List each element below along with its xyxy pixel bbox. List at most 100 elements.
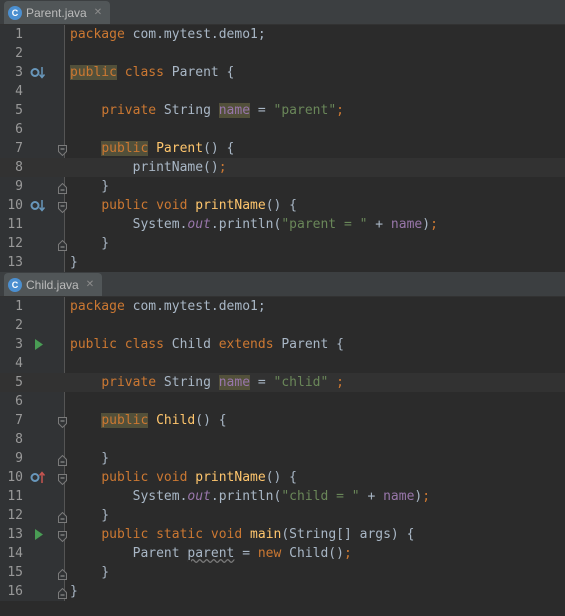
code-token: + [359, 489, 384, 504]
code-token: name [390, 217, 423, 232]
override-gutter-icon[interactable] [30, 199, 46, 212]
code-line[interactable]: 11 System.out.println("child = " + name)… [0, 487, 565, 506]
code-line[interactable]: 12 } [0, 506, 565, 525]
code-line[interactable]: 1 package com.mytest.demo1; [0, 25, 565, 44]
run-gutter-icon[interactable] [30, 528, 46, 541]
code-line[interactable]: 12 } [0, 234, 565, 253]
code-token: public [101, 141, 149, 156]
code-token: "chlid" [273, 375, 329, 390]
code-text: } [70, 253, 78, 272]
code-line[interactable]: 16} [0, 582, 565, 601]
code-token: ; [430, 217, 438, 232]
code-text: public Child() { [70, 411, 227, 430]
code-token: printName() [70, 160, 219, 175]
code-line[interactable]: 3 public class Parent { [0, 63, 565, 82]
code-token: printName [195, 198, 266, 213]
fold-icon[interactable] [58, 143, 67, 157]
code-text: private String name = "parent"; [70, 101, 344, 120]
code-text: public class Parent { [70, 63, 234, 82]
close-icon[interactable]: ✕ [86, 279, 94, 290]
code-line[interactable]: 7 public Parent() { [0, 139, 565, 158]
run-gutter-icon[interactable] [30, 338, 46, 351]
tab-child-java[interactable]: C Child.java ✕ [4, 273, 103, 296]
code-text: System.out.println("child = " + name); [70, 487, 430, 506]
overrides-gutter-icon[interactable] [30, 471, 46, 484]
code-line[interactable]: 4 [0, 82, 565, 101]
fold-icon[interactable] [58, 510, 67, 523]
line-number: 3 [15, 65, 23, 80]
tab-parent-java[interactable]: C Parent.java ✕ [4, 1, 111, 24]
code-line[interactable]: 9 } [0, 449, 565, 468]
code-line[interactable]: 15 } [0, 563, 565, 582]
code-line[interactable]: 2 [0, 44, 565, 63]
code-line[interactable]: 5 private String name = "chlid" ; [0, 373, 565, 392]
fold-icon[interactable] [58, 200, 67, 214]
tab-label: Child.java [26, 277, 79, 292]
fold-icon[interactable] [58, 415, 67, 429]
code-editor[interactable]: 1 package com.mytest.demo1; 2 3 public class… [0, 297, 565, 601]
code-line[interactable]: 10 public void printName() { [0, 468, 565, 487]
code-line[interactable]: 6 [0, 120, 565, 139]
code-line[interactable]: 5 private String name = "parent"; [0, 101, 565, 120]
code-token: "parent = " [281, 217, 368, 232]
code-token: "parent" [273, 103, 337, 118]
code-token: } [70, 451, 110, 466]
code-line[interactable]: 7 public Child() { [0, 411, 565, 430]
fold-icon[interactable] [58, 529, 67, 543]
code-token: } [70, 236, 110, 251]
code-token: () { [195, 413, 227, 428]
close-icon[interactable]: ✕ [94, 7, 102, 18]
code-token: name [218, 103, 251, 118]
code-text: public class Child extends Parent { [70, 335, 344, 354]
code-token: public [70, 337, 117, 352]
code-line[interactable]: 8 printName(); [0, 158, 565, 177]
code-editor[interactable]: 1 package com.mytest.demo1; 2 3 public class… [0, 25, 565, 272]
code-lines: 1 package com.mytest.demo1; 2 3 public class… [0, 297, 565, 601]
code-token: main [250, 527, 282, 542]
override-gutter-icon[interactable] [30, 66, 46, 79]
code-line[interactable]: 14 Parent parent = new Child(); [0, 544, 565, 563]
code-token: com.mytest.demo1; [124, 299, 266, 314]
fold-icon[interactable] [58, 472, 67, 486]
code-line[interactable]: 3 public class Child extends Parent { [0, 335, 565, 354]
code-token: public [101, 527, 149, 542]
code-line[interactable]: 2 [0, 316, 565, 335]
code-token: parent [187, 546, 235, 561]
code-token: } [70, 255, 78, 270]
code-token: ; [218, 160, 227, 175]
code-token: name [218, 375, 251, 390]
code-token: ; [336, 103, 344, 118]
code-line[interactable]: 6 [0, 392, 565, 411]
code-line[interactable]: 8 [0, 430, 565, 449]
code-token: + [367, 217, 391, 232]
code-token: public [101, 198, 149, 213]
code-line[interactable]: 1 package com.mytest.demo1; [0, 297, 565, 316]
code-token: class [124, 65, 164, 80]
code-token: () { [265, 470, 298, 485]
line-number: 3 [15, 337, 23, 352]
code-line[interactable]: 4 [0, 354, 565, 373]
code-line[interactable]: 11 System.out.println("parent = " + name… [0, 215, 565, 234]
code-line[interactable]: 9 } [0, 177, 565, 196]
code-token: ; [343, 546, 352, 561]
fold-icon[interactable] [58, 586, 67, 599]
code-line[interactable]: 13} [0, 253, 565, 272]
parent-java-pane: C Parent.java ✕ 1 package com.mytest.demo… [0, 0, 565, 272]
code-line[interactable]: 13 public static void main(String[] args… [0, 525, 565, 544]
code-token: private [101, 375, 157, 390]
line-number: 1 [15, 27, 23, 42]
fold-icon[interactable] [58, 238, 67, 251]
code-line[interactable]: 10 public void printName() { [0, 196, 565, 215]
line-number: 12 [7, 236, 23, 251]
line-number: 13 [7, 255, 23, 270]
line-number: 6 [15, 122, 23, 137]
fold-icon[interactable] [58, 567, 67, 580]
code-token: System. [70, 217, 188, 232]
fold-icon[interactable] [58, 181, 67, 194]
fold-icon[interactable] [58, 453, 67, 466]
code-token: package [70, 299, 125, 314]
